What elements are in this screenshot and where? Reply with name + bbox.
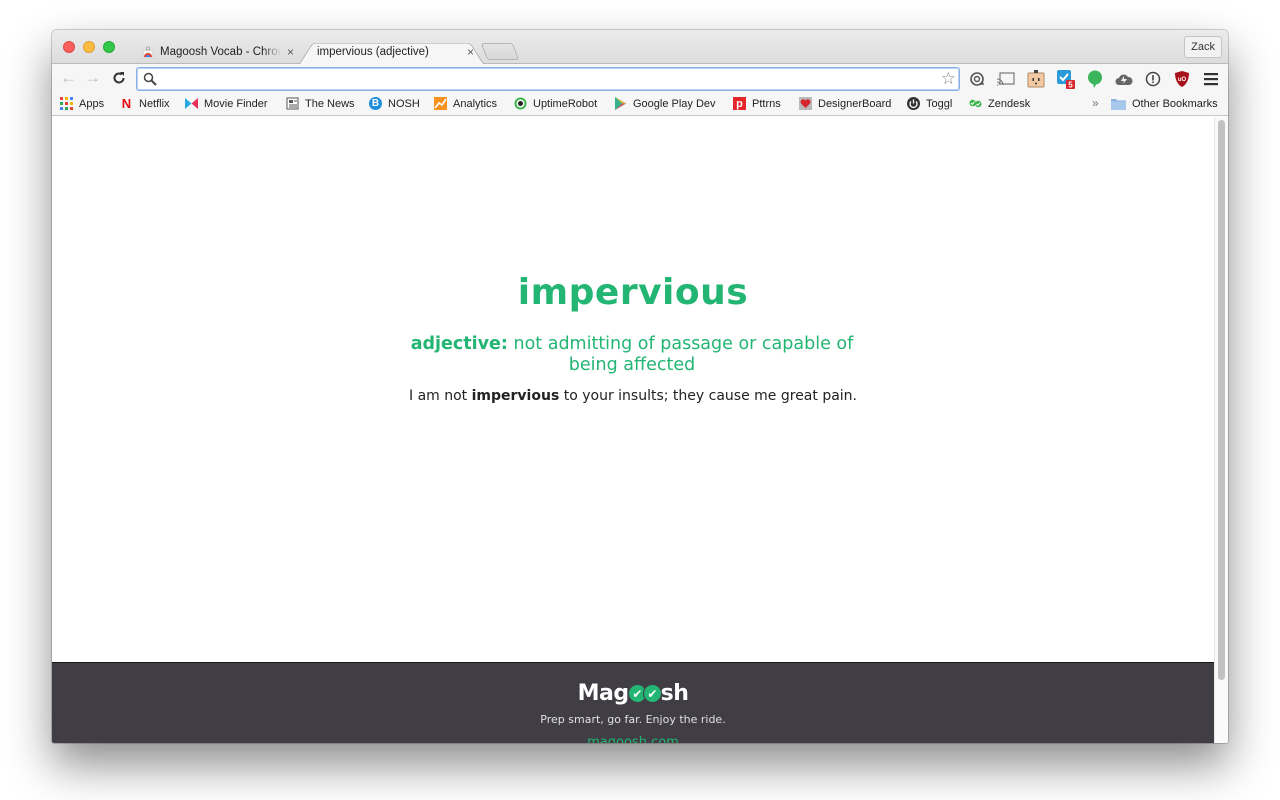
footer-tagline: Prep smart, go far. Enjoy the ride. <box>540 713 726 726</box>
toolbar: ← → ☆ 5 uO <box>52 63 1228 93</box>
magoosh-logo[interactable]: Mag ✔ ✔ sh <box>52 681 1214 706</box>
logo-checkmarks-icon: ✔ ✔ <box>627 684 662 703</box>
bookmark-star-icon[interactable]: ☆ <box>941 69 956 89</box>
reload-icon <box>113 72 125 84</box>
bookmark-label: Zendesk <box>988 97 1031 110</box>
bookmark-label: Analytics <box>453 97 498 110</box>
zoom-window-button[interactable] <box>103 41 115 53</box>
tab-close-icon[interactable]: × <box>467 45 474 59</box>
outlet-icon[interactable] <box>1026 69 1046 89</box>
close-window-button[interactable] <box>63 41 75 53</box>
reload-button[interactable] <box>112 68 126 91</box>
tab-strip: Magoosh Vocab - Chrome Web Store × imper… <box>52 30 1228 64</box>
example-text-after: to your insults; they cause me great pai… <box>559 388 857 404</box>
definition-text: not admitting of passage or capable of b… <box>513 334 854 375</box>
vocab-word: impervious <box>517 272 749 313</box>
bookmark-designerboard[interactable]: DesignerBoard <box>799 97 891 110</box>
address-bar[interactable]: ☆ <box>136 67 960 91</box>
green-chat-bubble-icon[interactable] <box>1085 69 1105 89</box>
browser-window: Magoosh Vocab - Chrome Web Store × imper… <box>52 30 1228 743</box>
footer-site-link[interactable]: magoosh.com <box>52 735 1214 743</box>
folder-icon <box>1111 99 1126 110</box>
bookmark-pttrns[interactable]: p Pttrns <box>733 97 781 110</box>
uptimerobot-icon <box>514 97 527 110</box>
newspaper-icon <box>286 97 299 110</box>
google-play-icon <box>615 97 626 110</box>
bookmark-toggl[interactable]: Toggl <box>907 97 952 110</box>
logo-text-suffix: sh <box>660 681 689 706</box>
minimize-window-button[interactable] <box>83 41 95 53</box>
bookmark-google-play-dev[interactable]: Google Play Dev <box>614 97 716 110</box>
bookmarks-overflow-chevron[interactable]: » <box>1092 96 1099 110</box>
bookmark-label: Pttrns <box>752 97 781 110</box>
bookmark-label: Toggl <box>926 97 953 110</box>
bookmark-label: DesignerBoard <box>818 97 892 110</box>
cast-icon[interactable] <box>996 69 1016 89</box>
bookmark-label: Google Play Dev <box>633 97 716 110</box>
sync-icon[interactable] <box>967 69 987 89</box>
bookmarks-bar: Apps N Netflix Movie Finder The News B N… <box>52 93 1228 116</box>
scrollbar-thumb[interactable] <box>1218 120 1225 680</box>
checkbox-extension-icon[interactable]: 5 <box>1056 69 1076 89</box>
bookmark-nosh[interactable]: B NOSH <box>369 97 420 110</box>
bookmark-label: Netflix <box>139 97 170 110</box>
zendesk-icon <box>969 99 982 108</box>
bookmark-label: Apps <box>79 97 105 110</box>
pttrns-icon: p <box>733 97 746 110</box>
example-text-before: I am not <box>409 388 472 404</box>
bookmark-apps[interactable]: Apps <box>60 97 104 110</box>
analytics-icon <box>434 97 447 110</box>
chrome-menu-icon[interactable] <box>1201 69 1221 89</box>
search-icon <box>143 72 157 86</box>
cloud-upload-icon[interactable] <box>1114 69 1134 89</box>
tab-title: impervious (adjective) <box>317 45 429 58</box>
new-tab-button[interactable] <box>480 43 520 60</box>
page-content: impervious adjective: not admitting of p… <box>52 117 1214 743</box>
bookmark-label: NOSH <box>388 97 420 110</box>
bookmark-zendesk[interactable]: Zendesk <box>969 97 1030 110</box>
apps-grid-icon <box>60 97 73 110</box>
example-sentence: I am not impervious to your insults; the… <box>52 388 1214 404</box>
tab-title: Magoosh Vocab - Chrome Web Store <box>160 45 281 58</box>
designerboard-icon <box>799 97 812 110</box>
chrome-web-store-icon <box>142 46 154 57</box>
other-bookmarks[interactable]: Other Bookmarks <box>1111 97 1218 110</box>
bookmark-analytics[interactable]: Analytics <box>434 97 497 110</box>
ublock-icon[interactable]: uO <box>1172 69 1192 89</box>
part-of-speech: adjective: <box>410 334 508 354</box>
footer: Mag ✔ ✔ sh Prep smart, go far. Enjoy the … <box>52 662 1214 743</box>
info-icon[interactable] <box>1143 69 1163 89</box>
toggl-icon <box>907 97 920 110</box>
bookmark-movie-finder[interactable]: Movie Finder <box>185 97 268 110</box>
logo-text-prefix: Mag <box>577 681 630 706</box>
bookmark-the-news[interactable]: The News <box>286 97 355 110</box>
definition: adjective: not admitting of passage or c… <box>392 334 872 376</box>
bookmark-label: UptimeRobot <box>533 97 598 110</box>
back-button[interactable]: ← <box>60 68 77 88</box>
bookmark-label: Movie Finder <box>204 97 268 110</box>
svg-text:uO: uO <box>1178 77 1187 83</box>
movie-finder-icon <box>185 98 198 109</box>
vertical-scrollbar[interactable] <box>1214 117 1228 743</box>
bookmark-netflix[interactable]: N Netflix <box>120 96 170 111</box>
netflix-icon: N <box>121 96 132 111</box>
address-input[interactable] <box>161 70 933 88</box>
nosh-icon: B <box>369 97 382 110</box>
example-highlighted-word: impervious <box>471 388 560 404</box>
bookmark-label: Other Bookmarks <box>1132 97 1218 110</box>
bookmark-label: The News <box>305 97 355 110</box>
forward-button[interactable]: → <box>84 68 101 88</box>
tab-close-icon[interactable]: × <box>287 45 294 59</box>
profile-button[interactable]: Zack <box>1184 36 1222 58</box>
tab-magoosh-vocab-store[interactable]: Magoosh Vocab - Chrome Web Store × <box>124 39 304 64</box>
tab-impervious[interactable]: impervious (adjective) × <box>299 39 484 64</box>
bookmark-uptimerobot[interactable]: UptimeRobot <box>514 97 597 110</box>
extension-badge: 5 <box>1068 81 1073 90</box>
